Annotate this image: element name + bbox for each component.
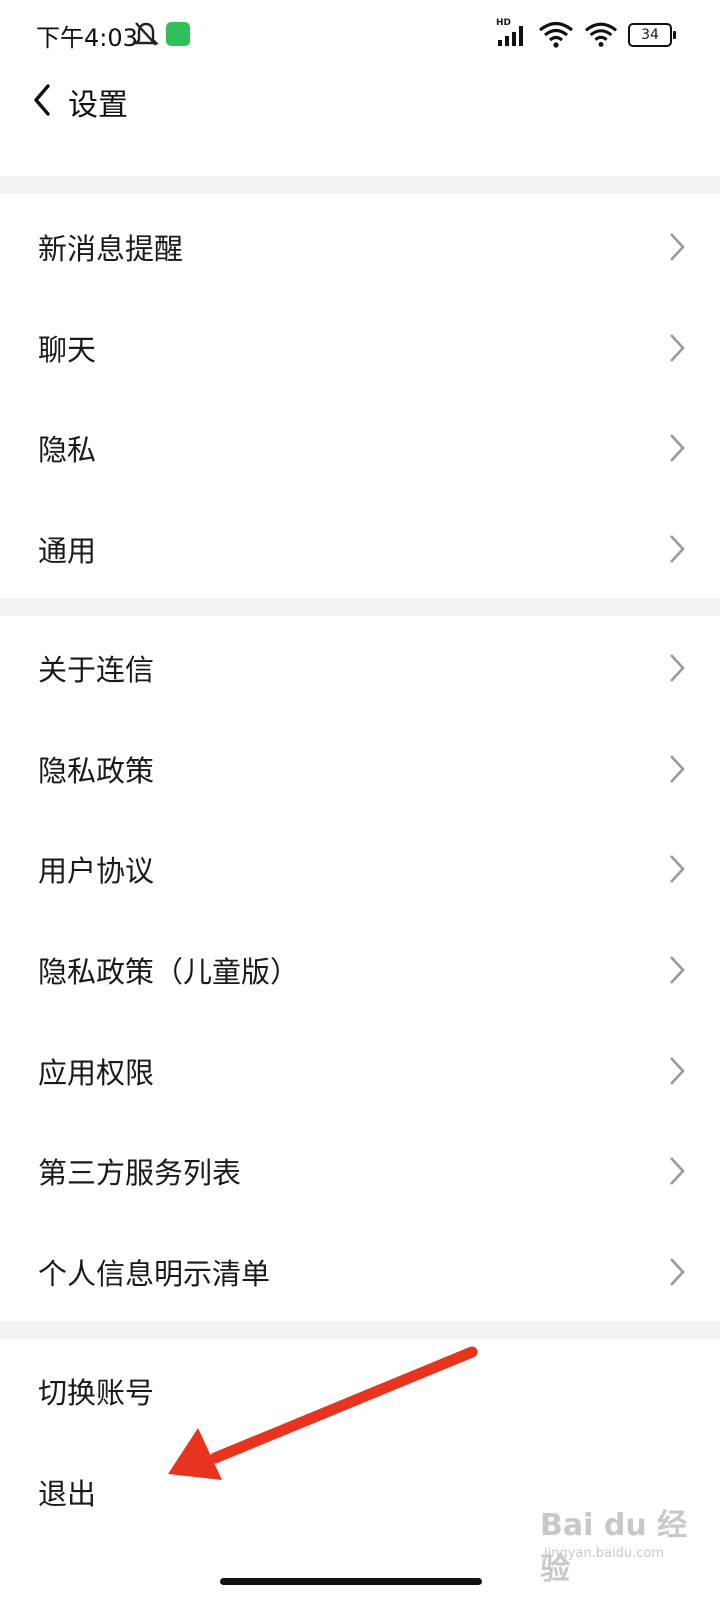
status-time: 下午4:03 bbox=[36, 24, 138, 52]
chevron-right-icon bbox=[670, 654, 685, 682]
chevron-right-icon bbox=[670, 1057, 685, 1085]
menu-item-label: 用户协议 bbox=[38, 854, 155, 888]
nav-bar: 设置 bbox=[0, 70, 720, 130]
menu-item-app-permissions[interactable]: 应用权限 bbox=[0, 1020, 720, 1121]
scrolled-off-row bbox=[0, 130, 720, 176]
battery-icon: 34 bbox=[628, 23, 676, 47]
bell-muted-icon bbox=[133, 22, 159, 46]
home-indicator[interactable] bbox=[220, 1578, 482, 1585]
status-bar: 下午4:03 HD 34 bbox=[0, 0, 720, 70]
chevron-right-icon bbox=[670, 334, 685, 362]
menu-item-label: 隐私政策（儿童版） bbox=[38, 955, 300, 989]
page-title: 设置 bbox=[68, 88, 128, 123]
menu-item-label: 通用 bbox=[38, 534, 97, 568]
menu-item-label: 退出 bbox=[38, 1477, 97, 1511]
chevron-right-icon bbox=[670, 434, 685, 462]
menu-item-label: 聊天 bbox=[38, 333, 97, 367]
chevron-right-icon bbox=[670, 535, 685, 563]
menu-item-about[interactable]: 关于连信 bbox=[0, 617, 720, 718]
menu-item-third-party-services[interactable]: 第三方服务列表 bbox=[0, 1120, 720, 1221]
menu-item-label: 应用权限 bbox=[38, 1056, 155, 1090]
chevron-right-icon bbox=[670, 956, 685, 984]
wifi-icon bbox=[538, 21, 574, 48]
chevron-right-icon bbox=[670, 755, 685, 783]
watermark-logo: Bai du 经验 jingyan.baidu.com bbox=[540, 1500, 710, 1587]
menu-item-personal-info-list[interactable]: 个人信息明示清单 bbox=[0, 1221, 720, 1322]
menu-item-label: 隐私 bbox=[38, 433, 97, 467]
menu-item-privacy-policy[interactable]: 隐私政策 bbox=[0, 718, 720, 819]
menu-item-new-message-alerts[interactable]: 新消息提醒 bbox=[0, 196, 720, 297]
menu-item-label: 隐私政策 bbox=[38, 754, 155, 788]
app-notification-icon bbox=[166, 22, 190, 46]
menu-item-label: 第三方服务列表 bbox=[38, 1156, 242, 1190]
menu-item-children-privacy-policy[interactable]: 隐私政策（儿童版） bbox=[0, 919, 720, 1020]
chevron-left-icon[interactable] bbox=[28, 78, 68, 122]
network-label: HD bbox=[496, 18, 512, 28]
chevron-right-icon bbox=[670, 855, 685, 883]
section-divider bbox=[0, 1321, 720, 1339]
menu-item-general[interactable]: 通用 bbox=[0, 498, 720, 599]
menu-item-chat[interactable]: 聊天 bbox=[0, 297, 720, 398]
menu-item-privacy[interactable]: 隐私 bbox=[0, 397, 720, 498]
section-divider bbox=[0, 176, 720, 194]
wifi-icon bbox=[584, 22, 618, 47]
section-divider bbox=[0, 598, 720, 616]
watermark-sub: jingyan.baidu.com bbox=[544, 1546, 664, 1561]
chevron-right-icon bbox=[670, 1157, 685, 1185]
menu-item-label: 新消息提醒 bbox=[38, 232, 184, 266]
menu-item-label: 个人信息明示清单 bbox=[38, 1257, 271, 1291]
battery-level: 34 bbox=[641, 27, 659, 43]
menu-item-label: 关于连信 bbox=[38, 653, 155, 687]
watermark-main: Bai du 经验 bbox=[540, 1508, 688, 1587]
menu-item-switch-account[interactable]: 切换账号 bbox=[0, 1340, 720, 1441]
chevron-right-icon bbox=[670, 1258, 685, 1286]
chevron-right-icon bbox=[670, 233, 685, 261]
signal-icon: HD bbox=[496, 18, 528, 50]
menu-item-user-agreement[interactable]: 用户协议 bbox=[0, 818, 720, 919]
menu-item-label: 切换账号 bbox=[38, 1376, 155, 1410]
